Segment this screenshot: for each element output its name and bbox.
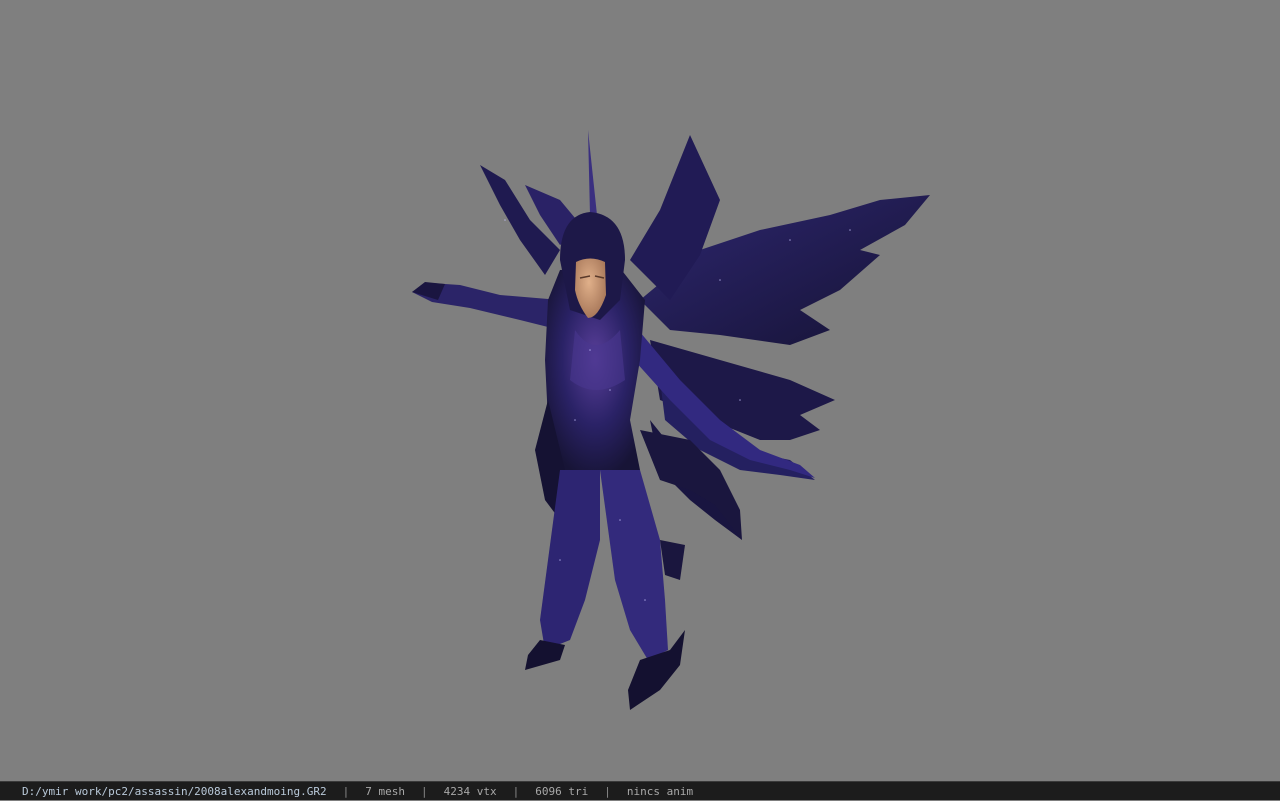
mesh-count: 7 mesh [365, 785, 406, 798]
separator: | [604, 785, 611, 798]
legs [525, 470, 685, 710]
status-bar: D:/ymir work/pc2/assassin/2008alexandmoi… [0, 781, 1280, 800]
file-path: D:/ymir work/pc2/assassin/2008alexandmoi… [22, 785, 327, 798]
model-viewport[interactable] [0, 0, 1280, 780]
triangle-count: 6096 tri [535, 785, 589, 798]
separator: | [342, 785, 350, 798]
head [560, 212, 625, 320]
vertex-count: 4234 vtx [443, 785, 497, 798]
separator: | [421, 785, 428, 798]
left-arm [412, 282, 560, 330]
character-model[interactable] [0, 0, 1280, 780]
animation-status: nincs anim [626, 785, 694, 798]
separator: | [512, 785, 520, 798]
